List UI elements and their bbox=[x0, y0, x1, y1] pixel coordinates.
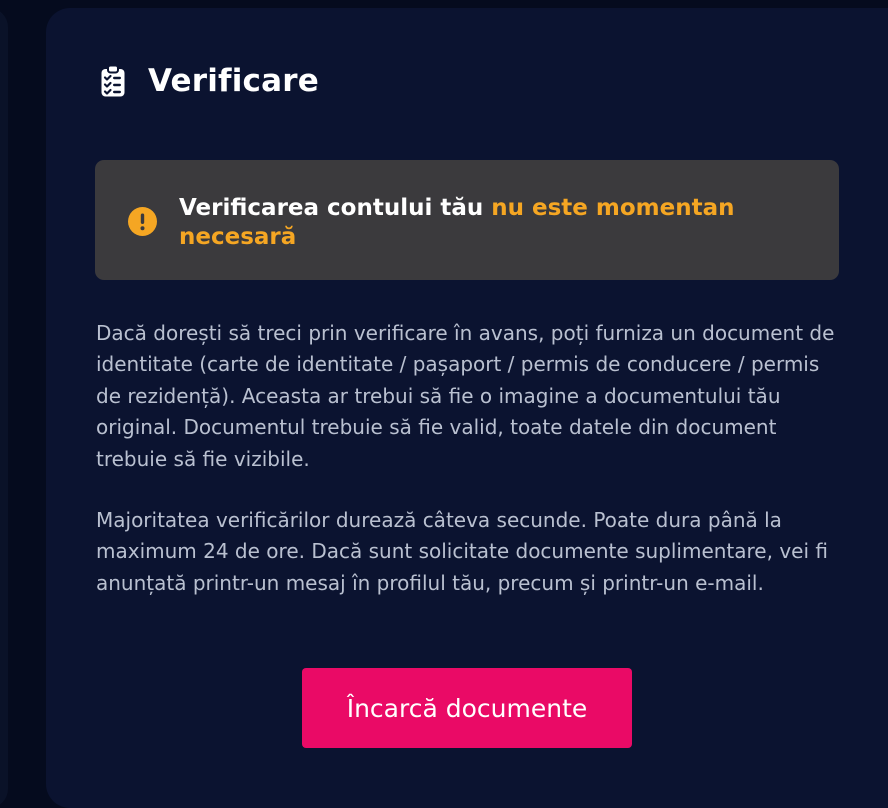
title-row: Verificare bbox=[100, 63, 319, 99]
verification-notice: Verificarea contului tău nu este momenta… bbox=[95, 160, 839, 280]
left-panel bbox=[0, 8, 8, 808]
notice-text: Verificarea contului tău nu este momenta… bbox=[179, 194, 819, 252]
upload-documents-button[interactable]: Încarcă documente bbox=[302, 668, 632, 748]
exclamation-circle-icon bbox=[128, 207, 157, 236]
verification-card: Verificare Verificarea contului tău nu e… bbox=[46, 8, 888, 808]
clipboard-checklist-icon bbox=[101, 64, 125, 97]
info-paragraph-1: Dacă dorești să treci prin verificare în… bbox=[96, 321, 835, 471]
page-title: Verificare bbox=[148, 63, 319, 99]
notice-text-prefix: Verificarea contului tău bbox=[179, 195, 492, 221]
info-paragraph-2: Majoritatea verificărilor durează câteva… bbox=[96, 508, 828, 595]
